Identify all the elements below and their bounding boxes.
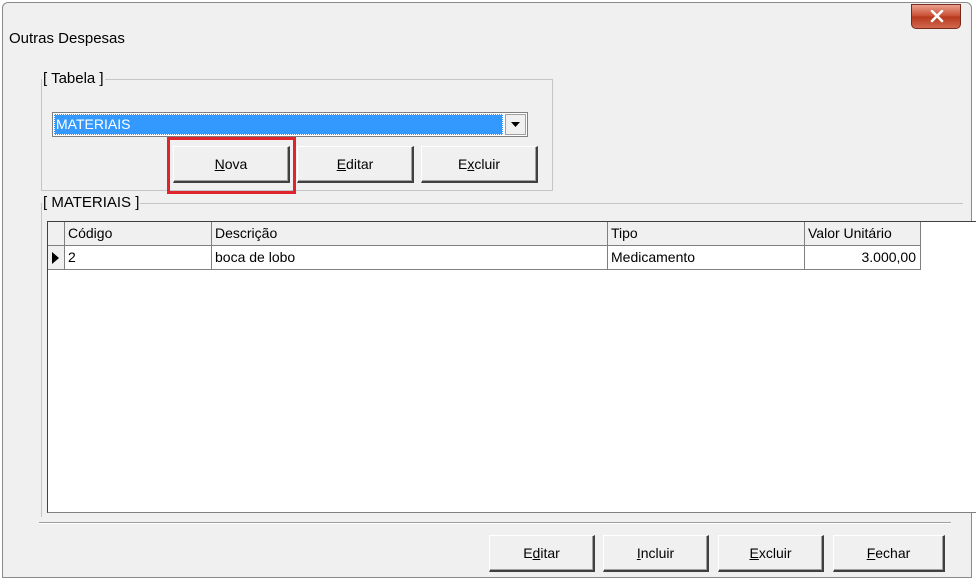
- footer-editar-pre: E: [523, 545, 533, 561]
- close-button[interactable]: [911, 4, 961, 29]
- excluir-button[interactable]: Excluir: [421, 146, 538, 183]
- footer-fechar-button[interactable]: Fechar: [833, 535, 945, 572]
- footer-fechar-key: F: [866, 545, 876, 561]
- footer-editar-post: itar: [540, 545, 560, 561]
- column-header-descricao[interactable]: Descrição: [212, 222, 608, 246]
- footer-excluir-post: xcluir: [758, 545, 792, 561]
- tabela-combobox[interactable]: MATERIAIS: [52, 112, 528, 137]
- footer-excluir-button[interactable]: Excluir: [718, 535, 824, 572]
- row-pointer-icon: [52, 252, 59, 264]
- chevron-down-icon: [511, 122, 520, 127]
- cell-descricao[interactable]: boca de lobo: [212, 246, 608, 270]
- row-indicator: [48, 246, 65, 270]
- dialog-content: [ Tabela ] MATERIAIS Nova Editar Excluir: [11, 53, 976, 572]
- materiais-grid[interactable]: Código Descrição Tipo Valor Unitário 2 b…: [47, 221, 976, 513]
- column-header-valor[interactable]: Valor Unitário: [805, 222, 921, 246]
- cell-codigo[interactable]: 2: [65, 246, 212, 270]
- materiais-legend: [ MATERIAIS ]: [42, 194, 141, 212]
- column-header-tipo[interactable]: Tipo: [608, 222, 805, 246]
- footer-editar-button[interactable]: Editar: [489, 535, 595, 572]
- header-indicator: [48, 222, 65, 246]
- footer-excluir-key: E: [749, 545, 759, 561]
- excluir-label-pre: E: [457, 156, 468, 172]
- column-header-codigo[interactable]: Código: [65, 222, 212, 246]
- footer-incluir-post: ncluir: [640, 545, 675, 561]
- footer-fechar-post: echar: [875, 545, 911, 561]
- dialog-window: Outras Despesas [ Tabela ] MATERIAIS Nov…: [2, 2, 976, 578]
- nova-label-key: N: [214, 156, 225, 172]
- title-bar: Outras Despesas: [3, 3, 971, 53]
- combo-selected-value: MATERIAIS: [54, 114, 503, 135]
- footer-separator: [39, 522, 951, 524]
- editar-label-key: E: [336, 156, 347, 172]
- nova-label-post: ova: [224, 156, 248, 172]
- editar-button[interactable]: Editar: [297, 146, 414, 183]
- tabela-legend: [ Tabela ]: [42, 70, 105, 88]
- editar-label-post: ditar: [346, 156, 374, 172]
- tabela-groupbox: [ Tabela ] MATERIAIS Nova Editar Excluir: [41, 70, 553, 191]
- excluir-label-post: cluir: [474, 156, 500, 172]
- cell-tipo[interactable]: Medicamento: [608, 246, 805, 270]
- close-icon: [930, 10, 944, 23]
- footer-incluir-button[interactable]: Incluir: [603, 535, 709, 572]
- combo-dropdown-button[interactable]: [505, 114, 526, 135]
- window-title: Outras Despesas: [9, 30, 125, 47]
- nova-button[interactable]: Nova: [173, 146, 290, 183]
- cell-valor[interactable]: 3.000,00: [805, 246, 921, 270]
